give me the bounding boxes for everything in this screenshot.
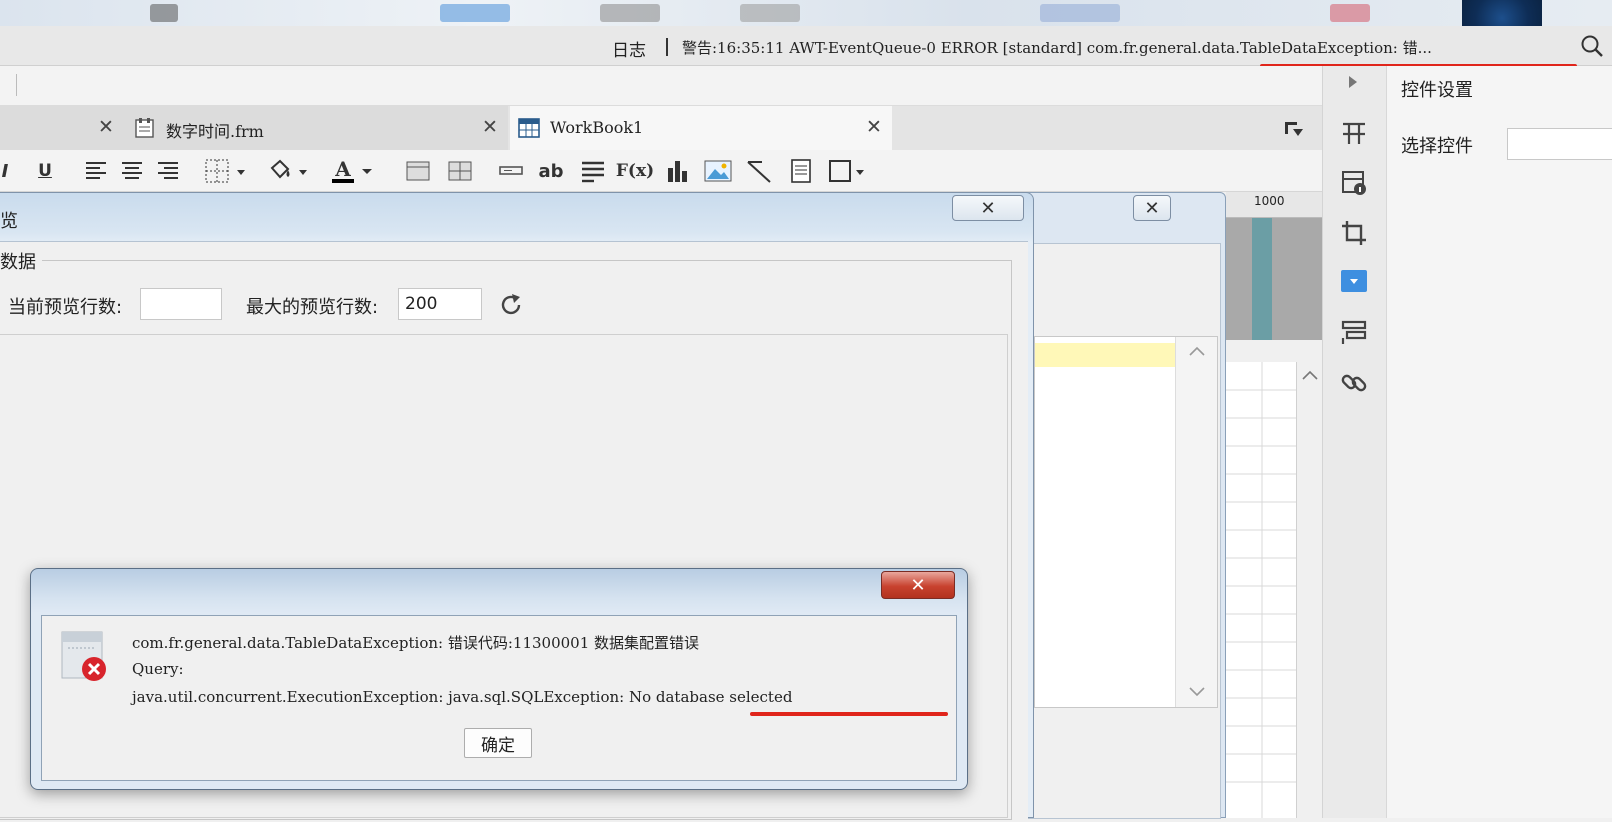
section-label: 数据 [0, 248, 42, 274]
ruler-marker [1252, 218, 1272, 340]
selected-row[interactable] [1035, 343, 1175, 367]
sheet-grid[interactable] [1226, 362, 1296, 818]
current-rows-field[interactable] [140, 288, 222, 320]
crop-frame-icon[interactable] [1339, 218, 1369, 248]
toolbar-row [0, 66, 1322, 106]
close-button[interactable]: ✕ [1133, 195, 1171, 221]
ruler: 1000 [1226, 192, 1322, 218]
frame-icon[interactable] [828, 158, 868, 184]
chevron-up-icon[interactable] [1297, 366, 1323, 386]
grid-scrollbar[interactable] [1175, 337, 1217, 707]
chevron-down-icon [361, 169, 372, 174]
sub-report-icon[interactable] [790, 158, 812, 184]
select-control-dropdown[interactable] [1507, 128, 1612, 160]
annotation-underline [750, 712, 948, 716]
log-message[interactable]: 警告:16:35:11 AWT-EventQueue-0 ERROR [stan… [682, 37, 1432, 58]
log-label[interactable]: 日志 [612, 36, 646, 61]
error-icon [61, 631, 106, 681]
align-left-icon[interactable] [84, 158, 108, 184]
control-settings-panel: 控件设置 选择控件 [1386, 66, 1612, 818]
workbook-icon [518, 118, 540, 138]
tab-hidden[interactable]: ✕ [0, 106, 126, 150]
tab-bar: ✕ 数字时间.frm ✕ WorkBook1 ✕ [0, 106, 1322, 150]
table-info-icon[interactable] [1339, 168, 1369, 198]
font-color-button[interactable]: A [330, 158, 376, 184]
image-icon[interactable] [704, 158, 732, 184]
align-right-icon[interactable] [156, 158, 180, 184]
chart-icon[interactable] [666, 158, 690, 184]
max-rows-field[interactable]: 200 [398, 288, 482, 320]
tab-label: WorkBook1 [550, 118, 644, 137]
close-button[interactable]: ✕ [881, 571, 955, 599]
ruler-mark: 1000 [1254, 194, 1285, 208]
dropdown-control-icon[interactable] [1339, 266, 1369, 296]
form-file-icon [135, 118, 154, 138]
ruler-gutter [1226, 218, 1322, 340]
close-icon[interactable]: ✕ [866, 116, 882, 138]
underline-button[interactable]: U [34, 158, 56, 184]
formula-button[interactable]: F(x) [616, 158, 654, 184]
layout-icon[interactable] [1339, 118, 1369, 148]
preview-grid[interactable] [1034, 336, 1218, 708]
text-field-icon[interactable] [498, 158, 524, 184]
tab-digit-time[interactable]: 数字时间.frm ✕ [126, 106, 508, 150]
error-dialog: ✕ com.fr.general.data.TableDataException… [30, 568, 968, 790]
align-center-icon[interactable] [120, 158, 144, 184]
design-canvas: 1000 [1226, 192, 1322, 818]
log-separator [666, 38, 668, 56]
fill-color-icon[interactable] [266, 158, 312, 184]
divider [16, 74, 17, 96]
panel-title: 控件设置 [1401, 80, 1473, 101]
tab-menu-icon[interactable] [1284, 120, 1304, 138]
ok-button[interactable]: 确定 [464, 728, 532, 758]
merge-cells-icon[interactable] [406, 158, 430, 184]
slash-icon[interactable] [746, 158, 774, 184]
format-toolbar: I U A ab F(x) [0, 150, 1322, 192]
error-dialog-body: com.fr.general.data.TableDataException: … [41, 615, 957, 781]
close-icon[interactable]: ✕ [98, 116, 114, 138]
font-color-label: A [332, 159, 354, 183]
select-control-label: 选择控件 [1401, 136, 1473, 157]
current-rows-label: 当前预览行数: [8, 297, 123, 318]
widget-icon-strip [1322, 66, 1386, 818]
tab-label: 数字时间.frm [166, 122, 264, 141]
tab-workbook1[interactable]: WorkBook1 ✕ [510, 106, 892, 150]
error-cause-line: java.util.concurrent.ExecutionException:… [132, 688, 793, 706]
error-message-line: com.fr.general.data.TableDataException: … [132, 634, 700, 652]
split-cells-icon[interactable] [448, 158, 472, 184]
link-icon[interactable] [1339, 368, 1369, 398]
avatar [1462, 0, 1542, 26]
refresh-icon[interactable] [498, 292, 524, 318]
search-icon[interactable] [1580, 34, 1604, 58]
desktop-taskbar-strip [0, 0, 1612, 26]
max-rows-label: 最大的预览行数: [246, 297, 379, 318]
border-icon[interactable] [204, 158, 250, 184]
sheet-gridlines [1226, 362, 1296, 818]
text-ab-button[interactable]: ab [538, 158, 564, 184]
chevron-up-icon[interactable] [1176, 341, 1218, 363]
close-button[interactable]: ✕ [952, 195, 1024, 221]
chevron-down-icon[interactable] [1176, 681, 1218, 703]
close-icon[interactable]: ✕ [482, 116, 498, 138]
expand-arrow-icon[interactable] [1345, 74, 1361, 90]
log-bar: 日志 警告:16:35:11 AWT-EventQueue-0 ERROR [s… [0, 26, 1612, 68]
italic-button[interactable]: I [0, 158, 10, 184]
sheet-scrollbar[interactable] [1296, 362, 1322, 818]
paragraph-icon[interactable] [580, 158, 606, 184]
dialog-title: 览 [0, 211, 18, 232]
form-layout-icon[interactable] [1339, 318, 1369, 348]
error-query-line: Query: [132, 660, 184, 678]
